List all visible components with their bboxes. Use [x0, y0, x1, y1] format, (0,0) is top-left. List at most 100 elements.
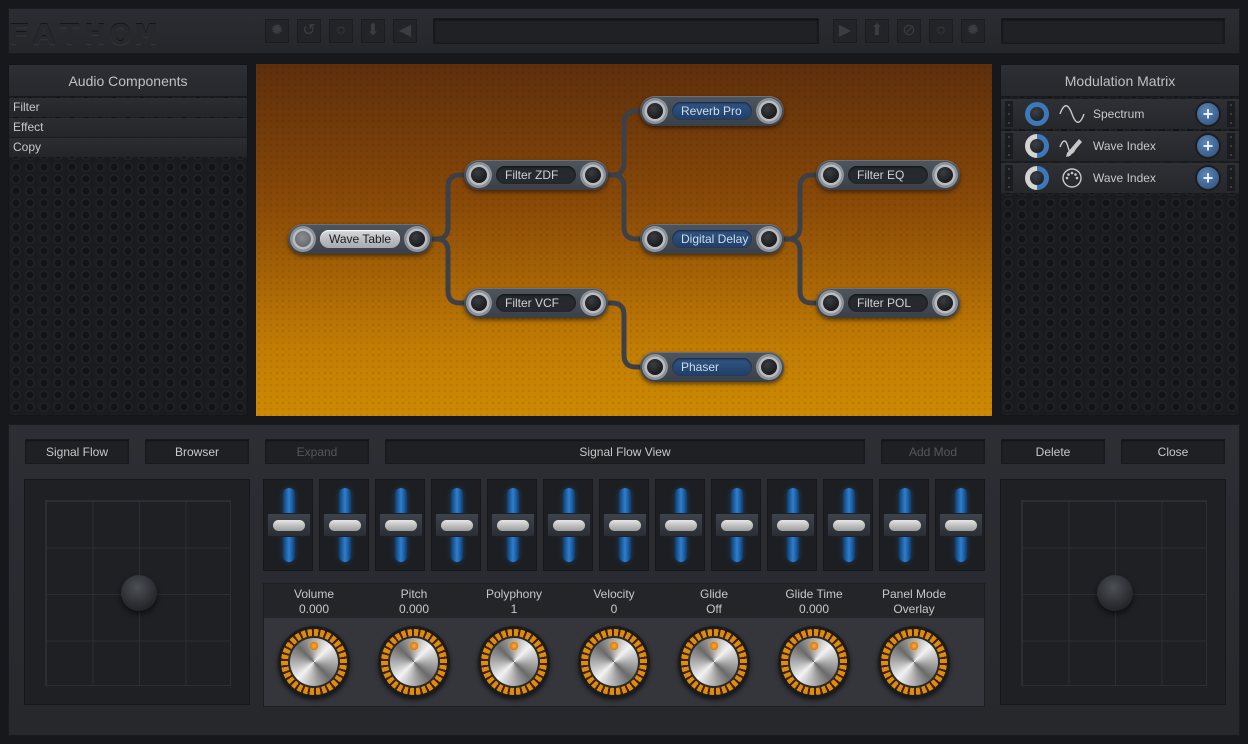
fader[interactable]	[487, 479, 537, 571]
delete-button[interactable]: Delete	[1001, 439, 1105, 464]
fader[interactable]	[431, 479, 481, 571]
xy-pad-left[interactable]	[24, 479, 250, 705]
signal-flow-view-button[interactable]: Signal Flow View	[385, 439, 865, 464]
add-modulation-button[interactable]: +	[1197, 103, 1219, 125]
input-port[interactable]	[466, 162, 492, 188]
browser-button[interactable]: Browser	[145, 439, 249, 464]
input-port[interactable]	[290, 226, 316, 252]
drag-handle[interactable]	[1227, 165, 1235, 191]
fader-handle[interactable]	[603, 513, 647, 537]
fader[interactable]	[935, 479, 985, 571]
input-port[interactable]	[818, 162, 844, 188]
undo-button[interactable]: ↺	[297, 19, 321, 43]
output-port[interactable]	[756, 98, 782, 124]
fader[interactable]	[655, 479, 705, 571]
drag-handle[interactable]	[1005, 101, 1013, 127]
fader-handle[interactable]	[771, 513, 815, 537]
drag-handle[interactable]	[1227, 133, 1235, 159]
fader[interactable]	[879, 479, 929, 571]
drag-handle[interactable]	[1005, 133, 1013, 159]
fader[interactable]	[319, 479, 369, 571]
fader[interactable]	[767, 479, 817, 571]
knob-polyphony[interactable]	[478, 626, 550, 698]
knob-glide[interactable]	[678, 626, 750, 698]
node-filter-vcf[interactable]: Filter VCF	[464, 288, 608, 318]
output-port[interactable]	[404, 226, 430, 252]
fader-handle[interactable]	[323, 513, 367, 537]
fader-handle[interactable]	[715, 513, 759, 537]
preset-name-field[interactable]	[433, 18, 819, 44]
knob-slot	[364, 626, 464, 702]
xy-pad-right[interactable]	[1000, 479, 1226, 705]
record-button[interactable]: ○	[329, 19, 353, 43]
upload-button[interactable]: ⬆	[865, 19, 889, 43]
node-wave-table[interactable]: Wave Table	[288, 224, 432, 254]
disable-button[interactable]: ⊘	[897, 19, 921, 43]
output-port[interactable]	[756, 354, 782, 380]
fader[interactable]	[599, 479, 649, 571]
drag-handle[interactable]	[1227, 101, 1235, 127]
knob-panel-mode[interactable]	[878, 626, 950, 698]
node-phaser[interactable]: Phaser	[640, 352, 784, 382]
download-button[interactable]: ⬇	[361, 19, 385, 43]
mod-amount-dial[interactable]	[1025, 102, 1049, 126]
input-port[interactable]	[642, 354, 668, 380]
component-item-effect[interactable]: Effect	[9, 118, 247, 137]
fader-handle[interactable]	[547, 513, 591, 537]
input-port[interactable]	[642, 98, 668, 124]
status-field[interactable]	[1001, 18, 1225, 44]
output-port[interactable]	[932, 162, 958, 188]
mod-amount-dial[interactable]	[1025, 166, 1049, 190]
fader-handle[interactable]	[939, 513, 983, 537]
loop-button[interactable]: ○	[929, 19, 953, 43]
node-digital-delay[interactable]: Digital Delay	[640, 224, 784, 254]
settings-button[interactable]: ✹	[265, 19, 289, 43]
input-port[interactable]	[642, 226, 668, 252]
play-button[interactable]: ▶	[833, 19, 857, 43]
fader[interactable]	[711, 479, 761, 571]
knob-glide-time[interactable]	[778, 626, 850, 698]
knob-velocity[interactable]	[578, 626, 650, 698]
fader[interactable]	[263, 479, 313, 571]
output-port[interactable]	[580, 162, 606, 188]
fader-handle[interactable]	[883, 513, 927, 537]
fader-handle[interactable]	[659, 513, 703, 537]
signal-flow-button[interactable]: Signal Flow	[25, 439, 129, 464]
output-port[interactable]	[580, 290, 606, 316]
expand-button[interactable]: Expand	[265, 439, 369, 464]
fader-handle[interactable]	[435, 513, 479, 537]
mod-amount-dial[interactable]	[1025, 134, 1049, 158]
component-item-filter[interactable]: Filter	[9, 98, 247, 117]
drag-handle[interactable]	[1005, 165, 1013, 191]
add-modulation-button[interactable]: +	[1197, 167, 1219, 189]
back-button[interactable]: ◀	[393, 19, 417, 43]
fader-handle[interactable]	[827, 513, 871, 537]
close-button[interactable]: Close	[1121, 439, 1225, 464]
options-button[interactable]: ✹	[961, 19, 985, 43]
input-port[interactable]	[818, 290, 844, 316]
output-port[interactable]	[932, 290, 958, 316]
mod-row: Wave Index +	[1001, 131, 1239, 161]
node-filter-pol[interactable]: Filter POL	[816, 288, 960, 318]
node-reverb-pro[interactable]: Reverb Pro	[640, 96, 784, 126]
fader[interactable]	[823, 479, 873, 571]
input-port[interactable]	[466, 290, 492, 316]
fader[interactable]	[543, 479, 593, 571]
knob-pitch[interactable]	[378, 626, 450, 698]
component-item-copy[interactable]: Copy	[9, 138, 247, 157]
add-modulation-button[interactable]: +	[1197, 135, 1219, 157]
xy-pad-handle[interactable]	[121, 575, 157, 611]
fader-handle[interactable]	[267, 513, 311, 537]
fader-handle[interactable]	[379, 513, 423, 537]
knob-volume[interactable]	[278, 626, 350, 698]
fader[interactable]	[375, 479, 425, 571]
knob-label: Panel Mode	[881, 587, 947, 601]
fader-handle[interactable]	[491, 513, 535, 537]
knob-slot	[864, 626, 964, 702]
output-port[interactable]	[756, 226, 782, 252]
xy-pad-handle[interactable]	[1097, 575, 1133, 611]
add-mod-button[interactable]: Add Mod	[881, 439, 985, 464]
signal-flow-canvas[interactable]: Wave Table Filter ZDF Filter VCF Reverb Pro…	[256, 64, 992, 416]
node-filter-eq[interactable]: Filter EQ	[816, 160, 960, 190]
node-filter-zdf[interactable]: Filter ZDF	[464, 160, 608, 190]
